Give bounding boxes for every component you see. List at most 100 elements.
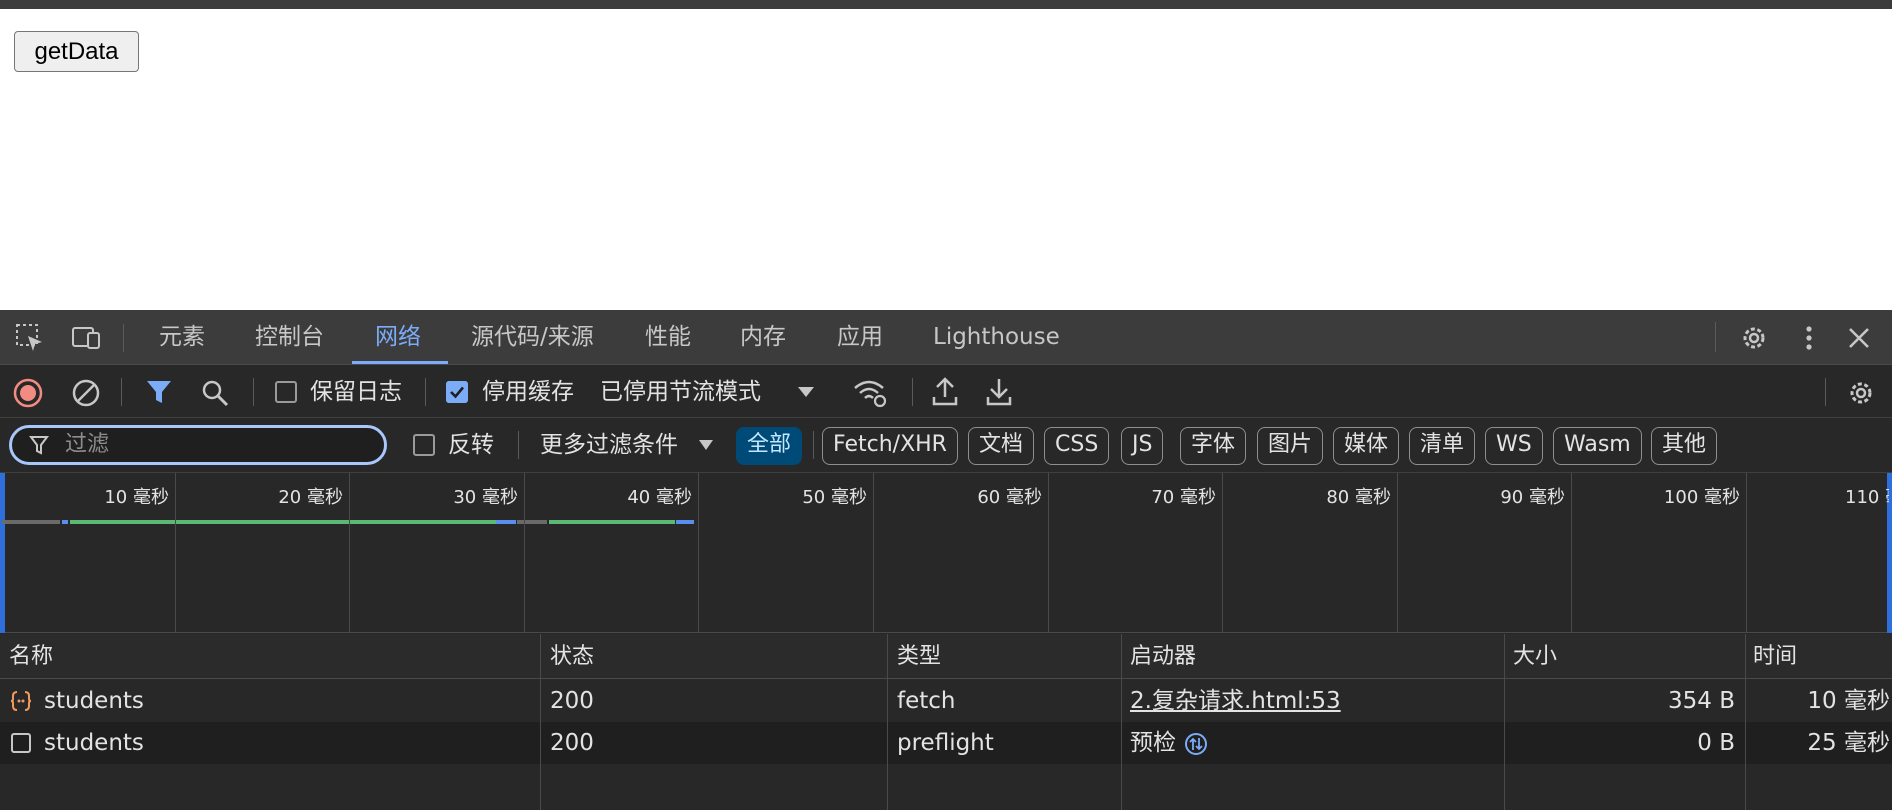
preserve-log-checkbox[interactable] [275, 381, 297, 403]
request-2-queue-bar [517, 520, 547, 524]
preflight-link-icon[interactable] [1184, 732, 1208, 756]
request-1-waiting-bar [70, 520, 496, 524]
tab-elements[interactable]: 元素 [159, 310, 205, 365]
row-type: fetch [897, 688, 956, 714]
fetch-braces-icon [10, 691, 32, 711]
tab-lighthouse[interactable]: Lighthouse [933, 310, 1060, 365]
throttling-select[interactable]: 已停用节流模式 [600, 366, 761, 418]
timeline-gridline [524, 473, 525, 633]
column-divider[interactable] [540, 634, 541, 810]
more-filters-caret-icon[interactable] [698, 439, 714, 452]
filter-toggle-icon[interactable] [145, 378, 173, 406]
chip-all[interactable]: 全部 [736, 427, 803, 465]
header-size[interactable]: 大小 [1513, 634, 1557, 679]
row-status: 200 [550, 730, 594, 756]
devtools-panel: 元素 控制台 网络 源代码/来源 性能 内存 应用 Lighthouse 保留日… [0, 310, 1892, 810]
network-settings-gear-icon[interactable] [1845, 377, 1877, 409]
settings-gear-icon[interactable] [1738, 322, 1770, 354]
more-filters-dropdown[interactable]: 更多过滤条件 [540, 418, 678, 473]
tab-performance[interactable]: 性能 [645, 310, 691, 365]
chip-other[interactable]: 其他 [1651, 427, 1718, 465]
row-initiator: 预检 [1130, 730, 1176, 756]
export-har-icon[interactable] [985, 377, 1013, 407]
search-icon[interactable] [200, 378, 230, 408]
document-square-icon [11, 733, 31, 753]
header-time[interactable]: 时间 [1753, 634, 1797, 679]
timeline-tick-label: 70 毫秒 [1151, 487, 1216, 508]
column-divider[interactable] [1745, 634, 1746, 810]
timeline-tick-label: 80 毫秒 [1326, 487, 1391, 508]
timeline-tick-label: 10 毫秒 [104, 487, 169, 508]
filter-funnel-icon [29, 436, 49, 455]
request-1-start-bar [62, 520, 68, 524]
timeline-tick-label: 60 毫秒 [977, 487, 1042, 508]
stop-recording-icon[interactable] [13, 378, 43, 408]
chip-ws[interactable]: WS [1485, 427, 1543, 465]
invert-label: 反转 [448, 432, 494, 458]
row-name[interactable]: students [44, 680, 144, 722]
chip-media[interactable]: 媒体 [1333, 427, 1400, 465]
timeline-gridline [873, 473, 874, 633]
clear-log-icon[interactable] [71, 378, 101, 408]
tab-sources[interactable]: 源代码/来源 [471, 310, 594, 365]
timeline-tick-label: 110 毫 [1845, 487, 1889, 508]
row-time: 25 毫秒 [1807, 730, 1890, 756]
network-toolbar: 保留日志 停用缓存 已停用节流模式 [0, 366, 1892, 418]
timeline-gridline [349, 473, 350, 633]
request-2-download-bar [676, 520, 694, 524]
chip-manifest[interactable]: 清单 [1409, 427, 1476, 465]
row-time: 10 毫秒 [1807, 688, 1890, 714]
get-data-button[interactable]: getData [14, 31, 139, 72]
chip-doc[interactable]: 文档 [968, 427, 1035, 465]
timeline-tick-label: 50 毫秒 [802, 487, 867, 508]
timeline-gridline [1222, 473, 1223, 633]
header-initiator[interactable]: 启动器 [1130, 634, 1196, 679]
table-row[interactable]: students 200 fetch 2.复杂请求.html:53 354 B … [0, 680, 1892, 722]
timeline-gridline [1746, 473, 1747, 633]
column-divider[interactable] [1121, 634, 1122, 810]
row-status: 200 [550, 688, 594, 714]
filter-placeholder: 过滤 [65, 432, 110, 457]
header-name[interactable]: 名称 [9, 634, 53, 679]
tab-application[interactable]: 应用 [837, 310, 883, 365]
header-type[interactable]: 类型 [897, 634, 941, 679]
device-toolbar-icon[interactable] [70, 322, 102, 354]
chip-fetch-xhr[interactable]: Fetch/XHR [822, 427, 958, 465]
request-1-queue-bar [2, 520, 60, 524]
chip-css[interactable]: CSS [1044, 427, 1110, 465]
chip-wasm[interactable]: Wasm [1553, 427, 1642, 465]
import-har-icon[interactable] [931, 377, 959, 407]
overview-left-handle[interactable] [0, 473, 5, 633]
column-divider[interactable] [887, 634, 888, 810]
chip-img[interactable]: 图片 [1257, 427, 1324, 465]
chip-js[interactable]: JS [1121, 427, 1164, 465]
column-divider[interactable] [1504, 634, 1505, 810]
filter-input[interactable]: 过滤 [9, 425, 387, 465]
table-row[interactable]: students 200 preflight 预检 0 B 25 毫秒 [0, 722, 1892, 764]
tab-network[interactable]: 网络 [375, 310, 421, 365]
row-initiator-link[interactable]: 2.复杂请求.html:53 [1130, 680, 1341, 722]
timeline-gridline [175, 473, 176, 633]
invert-checkbox[interactable] [413, 434, 435, 456]
more-options-icon[interactable] [1793, 322, 1825, 354]
header-status[interactable]: 状态 [550, 634, 594, 679]
devtools-tab-bar: 元素 控制台 网络 源代码/来源 性能 内存 应用 Lighthouse [0, 310, 1892, 365]
timeline-gridline [1048, 473, 1049, 633]
tab-memory[interactable]: 内存 [740, 310, 786, 365]
close-devtools-icon[interactable] [1843, 322, 1875, 354]
timeline-tick-label: 20 毫秒 [278, 487, 343, 508]
timeline-overview[interactable]: 10 毫秒 20 毫秒 30 毫秒 40 毫秒 50 毫秒 60 毫秒 70 毫秒 80 毫秒… [0, 473, 1892, 633]
page-content: getData [0, 9, 1892, 310]
disable-cache-checkbox[interactable] [446, 381, 468, 403]
chip-font[interactable]: 字体 [1180, 427, 1247, 465]
timeline-tick-label: 90 毫秒 [1500, 487, 1565, 508]
filter-bar: 过滤 反转 更多过滤条件 全部 Fetch/XHR 文档 CSS JS 字体 图… [0, 418, 1892, 473]
network-conditions-icon[interactable] [852, 377, 888, 409]
active-tab-indicator [352, 361, 448, 364]
tab-console[interactable]: 控制台 [255, 310, 324, 365]
timeline-tick-label: 40 毫秒 [627, 487, 692, 508]
row-size: 0 B [1697, 730, 1735, 756]
inspect-element-icon[interactable] [14, 322, 46, 354]
throttling-dropdown-icon[interactable] [797, 385, 815, 399]
row-name[interactable]: students [44, 722, 144, 764]
